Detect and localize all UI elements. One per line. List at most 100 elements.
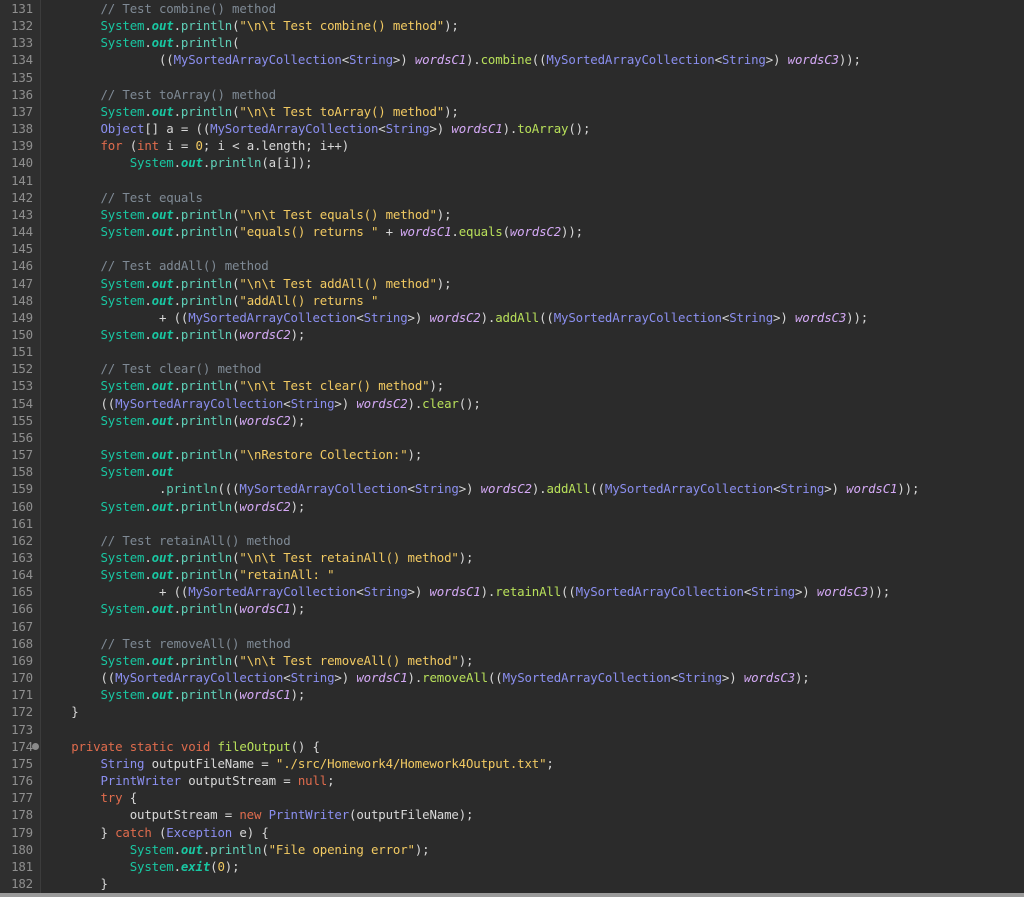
code-line[interactable]: 153 System.out.println("\n\t Test clear(… xyxy=(0,377,1024,394)
code-token: ( xyxy=(232,35,240,51)
code-line[interactable]: 157 System.out.println("\nRestore Collec… xyxy=(0,446,1024,463)
code-token: MySortedArrayCollection xyxy=(546,52,715,68)
code-line[interactable]: 172 } xyxy=(0,703,1024,720)
code-token: System xyxy=(100,275,145,291)
code-token: < xyxy=(670,670,679,686)
code-line[interactable]: 144 System.out.println("equals() returns… xyxy=(0,223,1024,240)
code-token: ; xyxy=(327,773,335,789)
code-token: clear xyxy=(422,395,459,411)
code-text: String outputFileName = "./src/Homework4… xyxy=(42,755,553,772)
code-line[interactable]: 173 xyxy=(0,721,1024,738)
fold-marker-icon[interactable] xyxy=(32,742,39,750)
code-line[interactable]: 156 xyxy=(0,429,1024,446)
code-line[interactable]: 161 xyxy=(0,515,1024,532)
code-token: "retainAll: " xyxy=(239,567,335,583)
line-number: 144 xyxy=(11,224,33,240)
code-line[interactable]: 142 // Test equals xyxy=(0,189,1024,206)
code-line[interactable]: 163 System.out.println("\n\t Test retain… xyxy=(0,549,1024,566)
horizontal-scrollbar[interactable] xyxy=(0,893,1024,897)
code-editor[interactable]: 131 // Test combine() method 132 System.o… xyxy=(0,0,1024,893)
code-line[interactable]: 141 xyxy=(0,172,1024,189)
code-text: System.out.println("File opening error")… xyxy=(42,841,430,858)
code-line[interactable]: 160 System.out.println(wordsC2); xyxy=(0,498,1024,515)
code-line[interactable]: 148 System.out.println("addAll() returns… xyxy=(0,292,1024,309)
code-token: >) xyxy=(765,52,788,68)
code-token: ); xyxy=(458,550,474,565)
code-line[interactable]: 150 System.out.println(wordsC2); xyxy=(0,326,1024,343)
code-line[interactable]: 140 System.out.println(a[i]); xyxy=(0,154,1024,171)
code-line[interactable]: 147 System.out.println("\n\t Test addAll… xyxy=(0,275,1024,292)
code-line[interactable]: 158 System.out xyxy=(0,463,1024,480)
code-line[interactable]: 155 System.out.println(wordsC2); xyxy=(0,412,1024,429)
code-token: MySortedArrayCollection xyxy=(188,309,357,325)
code-token: String xyxy=(729,309,774,325)
code-line[interactable]: 177 try { xyxy=(0,789,1024,806)
code-line[interactable]: 135 xyxy=(0,69,1024,86)
code-line[interactable]: 167 xyxy=(0,618,1024,635)
code-line[interactable]: 170 ((MySortedArrayCollection<String>) w… xyxy=(0,669,1024,686)
line-number: 171 xyxy=(11,687,33,703)
code-token: "addAll() returns " xyxy=(239,292,379,308)
code-line[interactable]: 181 System.exit(0); xyxy=(0,858,1024,875)
code-token: out xyxy=(151,326,174,342)
code-text: // Test removeAll() method xyxy=(42,635,291,652)
line-number: 167 xyxy=(11,618,33,634)
line-number: 158 xyxy=(11,464,33,480)
code-token: >) xyxy=(824,481,847,497)
code-line[interactable]: 131 // Test combine() method xyxy=(0,0,1024,17)
code-token: out xyxy=(151,224,174,240)
code-token: wordsC2 xyxy=(239,412,291,428)
code-line[interactable]: 174 private static void fileOutput() { xyxy=(0,738,1024,755)
code-line[interactable]: 164 System.out.println("retainAll: " xyxy=(0,566,1024,583)
code-line[interactable]: 154 ((MySortedArrayCollection<String>) w… xyxy=(0,395,1024,412)
code-token: out xyxy=(180,155,203,171)
code-line[interactable]: 159 .println(((MySortedArrayCollection<S… xyxy=(0,480,1024,497)
code-line[interactable]: 180 System.out.println("File opening err… xyxy=(0,841,1024,858)
code-text: System.out.println("\n\t Test combine() … xyxy=(42,17,458,34)
code-token: PrintWriter xyxy=(100,773,181,789)
code-line[interactable]: 133 System.out.println( xyxy=(0,34,1024,51)
code-token: )); xyxy=(838,52,861,68)
code-line[interactable]: 138 Object[] a = ((MySortedArrayCollecti… xyxy=(0,120,1024,137)
code-token: int xyxy=(137,138,159,154)
code-line[interactable]: 134 ((MySortedArrayCollection<String>) w… xyxy=(0,51,1024,68)
code-token: println xyxy=(180,687,233,703)
code-line[interactable]: 136 // Test toArray() method xyxy=(0,86,1024,103)
code-line[interactable]: 146 // Test addAll() method xyxy=(0,257,1024,274)
code-line[interactable]: 137 System.out.println("\n\t Test toArra… xyxy=(0,103,1024,120)
code-line[interactable]: 152 // Test clear() method xyxy=(0,360,1024,377)
code-token: // Test equals xyxy=(100,189,203,205)
code-token: . xyxy=(144,567,152,583)
code-line[interactable]: 179 } catch (Exception e) { xyxy=(0,824,1024,841)
code-line[interactable]: 132 System.out.println("\n\t Test combin… xyxy=(0,17,1024,34)
code-line[interactable]: 178 outputStream = new PrintWriter(outpu… xyxy=(0,806,1024,823)
code-line[interactable]: 143 System.out.println("\n\t Test equals… xyxy=(0,206,1024,223)
code-line[interactable]: 139 for (int i = 0; i < a.length; i++) xyxy=(0,137,1024,154)
code-line[interactable]: 168 // Test removeAll() method xyxy=(0,635,1024,652)
code-line[interactable]: 162 // Test retainAll() method xyxy=(0,532,1024,549)
code-line[interactable]: 169 System.out.println("\n\t Test remove… xyxy=(0,652,1024,669)
code-line[interactable]: 175 String outputFileName = "./src/Homew… xyxy=(0,755,1024,772)
code-line[interactable]: 149 + ((MySortedArrayCollection<String>)… xyxy=(0,309,1024,326)
line-number: 166 xyxy=(11,601,33,617)
code-line[interactable]: 165 + ((MySortedArrayCollection<String>)… xyxy=(0,583,1024,600)
code-token: try xyxy=(100,790,123,806)
code-line[interactable]: 171 System.out.println(wordsC1); xyxy=(0,686,1024,703)
code-line[interactable]: 176 PrintWriter outputStream = null; xyxy=(0,772,1024,789)
code-token: . xyxy=(173,103,181,119)
code-line[interactable]: 151 xyxy=(0,343,1024,360)
code-line[interactable]: 145 xyxy=(0,240,1024,257)
code-line[interactable]: 166 System.out.println(wordsC1); xyxy=(0,600,1024,617)
code-token: // Test removeAll() method xyxy=(100,635,291,651)
code-token: (( xyxy=(590,481,605,497)
code-token: >) xyxy=(407,584,430,600)
line-number: 156 xyxy=(11,429,33,445)
code-token: wordsC1 xyxy=(239,601,291,617)
code-line[interactable]: 182 } xyxy=(0,875,1024,892)
